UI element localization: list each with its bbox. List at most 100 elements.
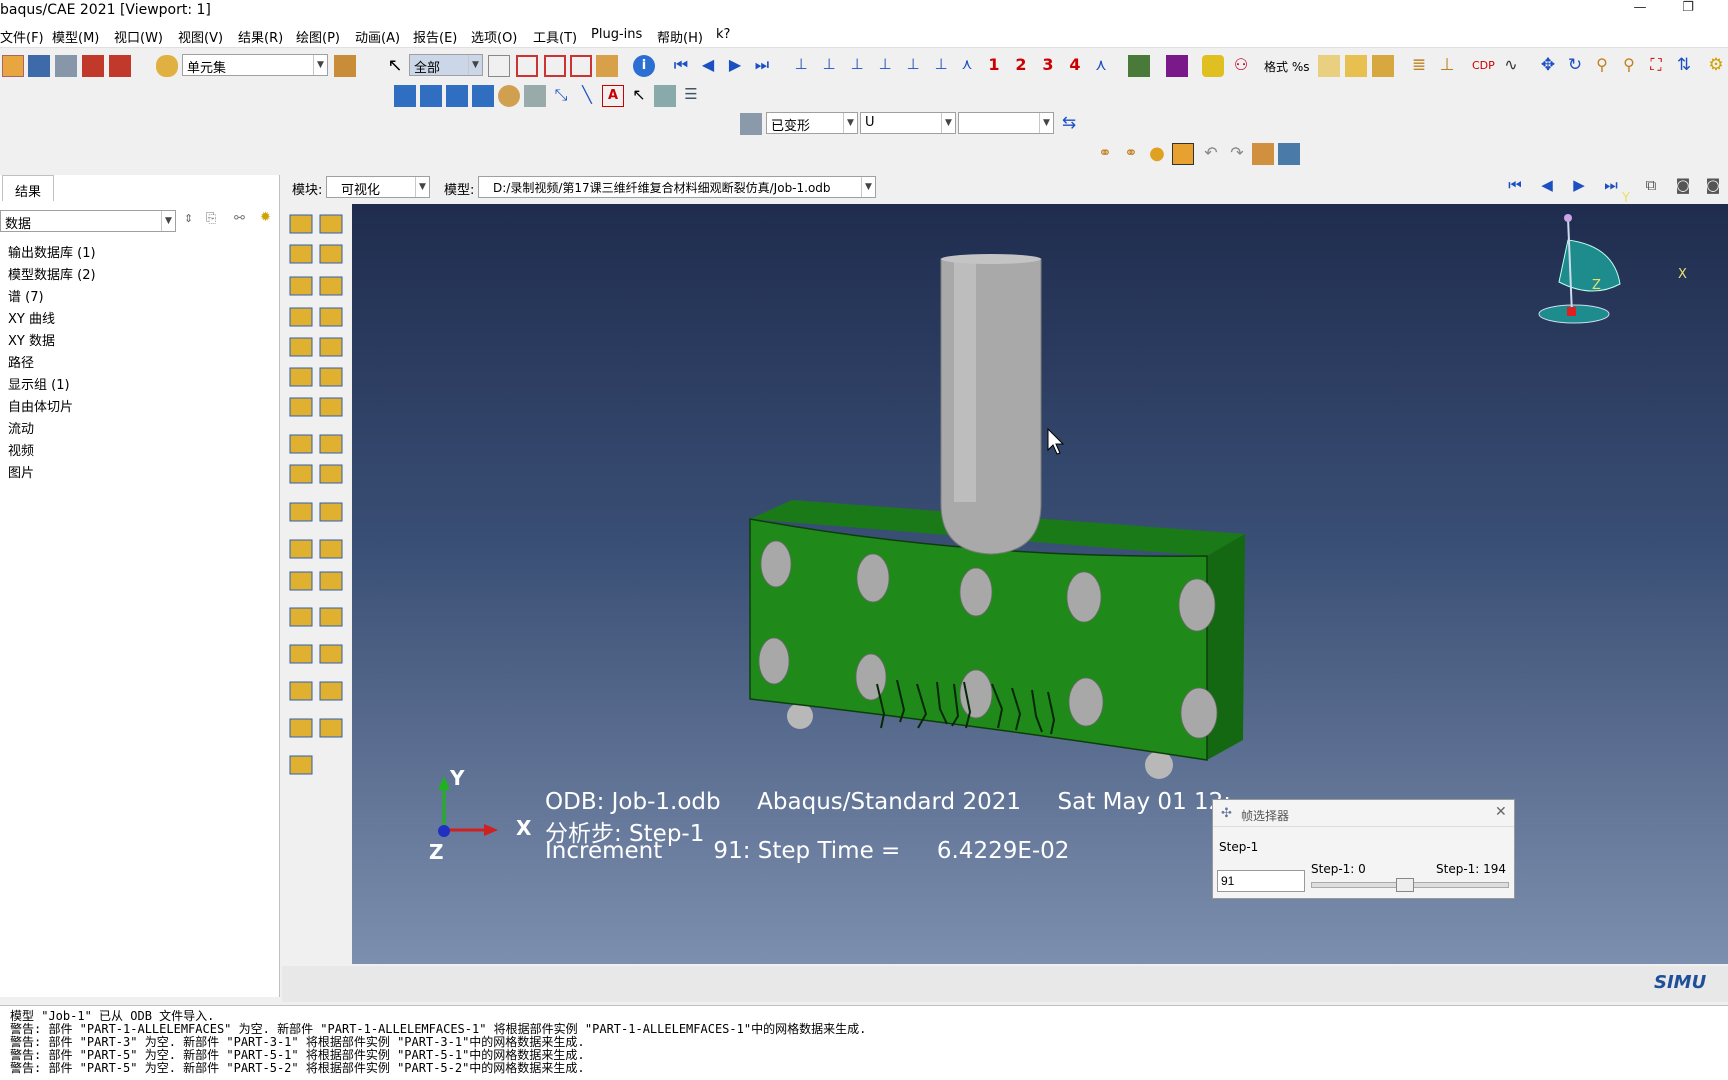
- tile-v-icon[interactable]: [472, 85, 494, 107]
- camera-icon[interactable]: ◙: [1672, 176, 1694, 198]
- auto-fit-icon[interactable]: ⛶: [1645, 55, 1667, 77]
- menu-file[interactable]: 文件(F): [0, 27, 44, 46]
- rect-select-icon[interactable]: [516, 55, 538, 77]
- tree-item-paths[interactable]: 路径: [8, 352, 34, 371]
- expand-collapse-icon[interactable]: ⇕: [184, 212, 193, 225]
- prev-frame-icon[interactable]: ◀: [697, 55, 719, 77]
- options-icon[interactable]: ⚙: [1705, 55, 1727, 77]
- lightbulb-icon[interactable]: ✹: [260, 210, 271, 225]
- toolbox-icons[interactable]: [280, 205, 350, 965]
- frame-slider-thumb[interactable]: [1395, 878, 1414, 892]
- frame-number-input[interactable]: [1217, 870, 1305, 892]
- viewport[interactable]: Y X Z Y Z X ODB: Job-1.odb Abaqus/Standa…: [352, 191, 1728, 964]
- tab-results[interactable]: 结果: [2, 175, 54, 201]
- overlay-icon[interactable]: ⚭: [1094, 143, 1116, 165]
- camera2-icon[interactable]: ◙: [1702, 176, 1724, 198]
- viewport-icon[interactable]: [394, 85, 416, 107]
- import-icon[interactable]: [109, 55, 131, 77]
- refresh-icon[interactable]: ⇆: [1058, 113, 1080, 135]
- minimize-button[interactable]: —: [1620, 0, 1660, 22]
- box-select-icon[interactable]: [488, 55, 510, 77]
- export-icon[interactable]: [82, 55, 104, 77]
- menu-plugins[interactable]: Plug-ins: [591, 27, 642, 42]
- pick-select-icon[interactable]: [570, 55, 592, 77]
- view-2-button[interactable]: 2: [1010, 55, 1032, 77]
- menu-options[interactable]: 选项(O): [471, 27, 517, 46]
- palette-icon[interactable]: [156, 55, 178, 77]
- menu-tools[interactable]: 工具(T): [533, 27, 577, 46]
- signal-icon[interactable]: ∿: [1500, 55, 1522, 77]
- folder-icon[interactable]: ⎘: [206, 211, 216, 226]
- cycle-view-icon[interactable]: ⇅: [1673, 55, 1695, 77]
- render-shaded-icon[interactable]: [1372, 55, 1394, 77]
- line-icon[interactable]: ╲: [576, 85, 598, 107]
- close-icon[interactable]: ✕: [1495, 804, 1507, 820]
- layer-icon[interactable]: [524, 85, 546, 107]
- anim-last-icon[interactable]: ⏭: [1600, 176, 1622, 198]
- tree-item-spectra[interactable]: 谱 (7): [8, 286, 44, 305]
- menu-viewport[interactable]: 视口(W): [114, 27, 163, 46]
- box-icon[interactable]: [596, 55, 618, 77]
- menu-animate[interactable]: 动画(A): [355, 27, 400, 46]
- circle-icon[interactable]: ●: [1146, 143, 1168, 165]
- anim-next-icon[interactable]: ▶: [1568, 176, 1590, 198]
- first-frame-icon[interactable]: ⏮: [670, 55, 692, 77]
- model-select[interactable]: D:/录制视频/第17课三维纤维复合材料细观断裂仿真/Job-1.odb ▼: [478, 176, 876, 198]
- undo-icon[interactable]: ↶: [1200, 143, 1222, 165]
- menu-plot[interactable]: 绘图(P): [296, 27, 340, 46]
- cdp-icon[interactable]: CDP: [1472, 55, 1495, 77]
- plot-undeformed-icon[interactable]: [1128, 55, 1150, 77]
- view-zx-icon[interactable]: ⊥: [846, 55, 868, 77]
- link-icon[interactable]: [498, 85, 520, 107]
- view-4-button[interactable]: 4: [1064, 55, 1086, 77]
- anim-prev-icon[interactable]: ◀: [1536, 176, 1558, 198]
- hammer-icon[interactable]: [1172, 143, 1194, 165]
- filter-icon[interactable]: ⚯: [234, 211, 245, 226]
- menu-results[interactable]: 结果(R): [238, 27, 283, 46]
- pan-icon[interactable]: ✥: [1537, 55, 1559, 77]
- annotate-icon[interactable]: ⤡: [550, 85, 572, 107]
- module-select[interactable]: 可视化 ▼: [326, 176, 430, 198]
- select-arrow-icon[interactable]: ↖: [384, 55, 406, 77]
- view-3-button[interactable]: 3: [1037, 55, 1059, 77]
- rotate-icon[interactable]: ↻: [1564, 55, 1586, 77]
- view-xz-icon[interactable]: ⊥: [874, 55, 896, 77]
- zoom-icon[interactable]: ⚲: [1591, 55, 1613, 77]
- plot-material-icon[interactable]: ⚇: [1230, 55, 1252, 77]
- selection-filter-select[interactable]: 全部 ▼: [409, 54, 483, 76]
- print-icon[interactable]: [55, 55, 77, 77]
- tree-item-xy-data[interactable]: XY 数据: [8, 330, 55, 349]
- tree-item-display-groups[interactable]: 显示组 (1): [8, 374, 70, 393]
- menu-context-help[interactable]: k?: [716, 27, 730, 42]
- tree-item-images[interactable]: 图片: [8, 462, 34, 481]
- variable-select[interactable]: U ▼: [860, 112, 956, 134]
- tree-item-odb[interactable]: 输出数据库 (1): [8, 242, 96, 261]
- plot-symbols-icon[interactable]: [1202, 55, 1224, 77]
- last-frame-icon[interactable]: ⏭: [751, 55, 773, 77]
- cascade-icon[interactable]: [420, 85, 442, 107]
- drag-select-icon[interactable]: [544, 55, 566, 77]
- tile-h-icon[interactable]: [446, 85, 468, 107]
- copy-icon[interactable]: ⧉: [1640, 176, 1662, 198]
- tree-item-movies[interactable]: 视频: [8, 440, 34, 459]
- set-type-select[interactable]: 单元集 ▼: [182, 54, 328, 76]
- component-select[interactable]: ▼: [958, 112, 1054, 134]
- tree-item-xy-curves[interactable]: XY 曲线: [8, 308, 55, 327]
- deform-select[interactable]: 已变形 ▼: [766, 112, 858, 134]
- display-group-icon[interactable]: [334, 55, 356, 77]
- plot-contours-icon[interactable]: [1166, 55, 1188, 77]
- view-iso-icon[interactable]: ⋏: [956, 55, 978, 77]
- transfer-icon[interactable]: [1252, 143, 1274, 165]
- view-xy-icon[interactable]: ⊥: [790, 55, 812, 77]
- legend-icon[interactable]: [654, 85, 676, 107]
- menu-help[interactable]: 帮助(H): [657, 27, 703, 46]
- tree-item-streams[interactable]: 流动: [8, 418, 34, 437]
- frame-selector-dialog[interactable]: ✣ 帧选择器 ✕ Step-1 Step-1: 0 Step-1: 194: [1212, 799, 1515, 899]
- tree-item-model-db[interactable]: 模型数据库 (2): [8, 264, 96, 283]
- tree-filter-select[interactable]: 数据 ▼: [0, 210, 176, 232]
- list-icon[interactable]: ☰: [680, 85, 702, 107]
- field-output-icon[interactable]: [740, 113, 762, 135]
- menu-report[interactable]: 报告(E): [413, 27, 457, 46]
- ruler-icon[interactable]: ⊥: [1436, 55, 1458, 77]
- tree-item-free-body-cuts[interactable]: 自由体切片: [8, 396, 73, 415]
